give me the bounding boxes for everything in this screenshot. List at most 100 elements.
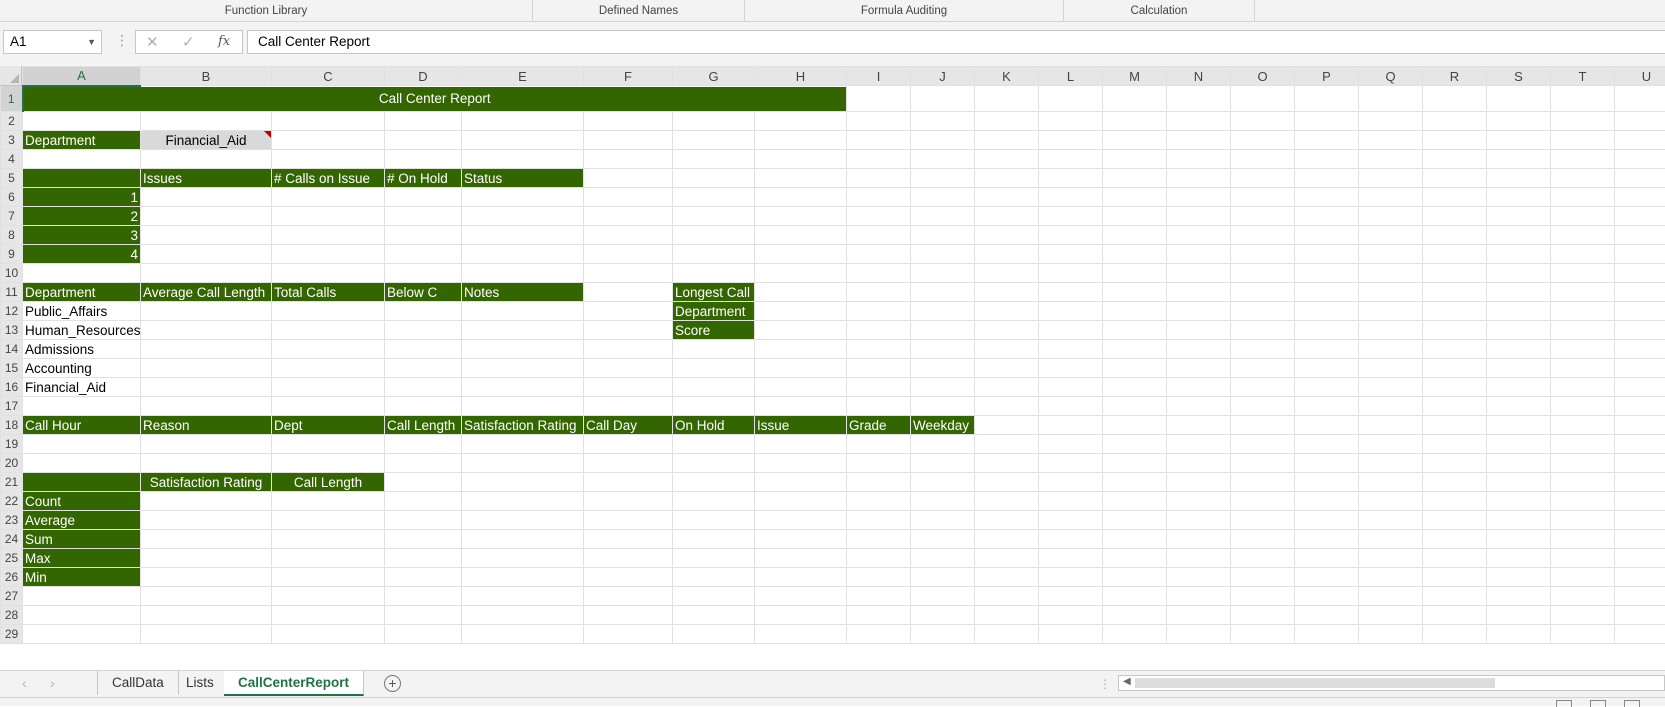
cell[interactable] <box>1551 549 1615 568</box>
cell[interactable] <box>1551 112 1615 131</box>
cell[interactable] <box>1487 568 1551 587</box>
column-header-f[interactable]: F <box>584 67 673 86</box>
stats-cell[interactable] <box>272 568 385 587</box>
cell[interactable] <box>584 245 673 264</box>
issue-cell[interactable] <box>141 207 272 226</box>
cell[interactable] <box>1103 530 1167 549</box>
cell[interactable] <box>1231 131 1295 150</box>
cell[interactable] <box>975 207 1039 226</box>
cell[interactable] <box>272 150 385 169</box>
issues-header[interactable] <box>23 169 141 188</box>
cell[interactable] <box>755 625 847 644</box>
cell[interactable] <box>584 131 673 150</box>
cell[interactable] <box>1039 226 1103 245</box>
cell[interactable] <box>1231 530 1295 549</box>
cell[interactable] <box>1615 302 1665 321</box>
cell[interactable] <box>975 549 1039 568</box>
lookup-header[interactable]: Call Day <box>584 416 673 435</box>
column-header-l[interactable]: L <box>1039 67 1103 86</box>
cell[interactable] <box>1231 549 1295 568</box>
cell[interactable] <box>1295 568 1359 587</box>
cell[interactable] <box>584 207 673 226</box>
cell[interactable] <box>1039 606 1103 625</box>
dept-name[interactable]: Public_Affairs <box>23 302 141 321</box>
cell[interactable] <box>1615 454 1665 473</box>
sheet-tab-callcenterreport[interactable]: CallCenterReport <box>224 671 364 696</box>
cell[interactable] <box>847 568 911 587</box>
cell[interactable] <box>1487 321 1551 340</box>
cell[interactable] <box>1551 473 1615 492</box>
issue-cell[interactable] <box>385 245 462 264</box>
lookup-header[interactable]: Call Length <box>385 416 462 435</box>
cell[interactable] <box>584 397 673 416</box>
cell[interactable] <box>1551 587 1615 606</box>
issues-header[interactable]: # Calls on Issue <box>272 169 385 188</box>
cell[interactable] <box>1039 207 1103 226</box>
cell[interactable] <box>1231 473 1295 492</box>
cell[interactable] <box>1359 435 1423 454</box>
cell[interactable] <box>1423 397 1487 416</box>
issue-cell[interactable] <box>385 207 462 226</box>
scroll-tabs-left-icon[interactable]: ‹ <box>22 675 27 691</box>
row-header[interactable]: 9 <box>1 245 23 264</box>
cell[interactable] <box>1103 473 1167 492</box>
row-header[interactable]: 4 <box>1 150 23 169</box>
cell[interactable] <box>141 397 272 416</box>
stats-header[interactable]: Satisfaction Rating <box>141 473 272 492</box>
issue-cell[interactable] <box>385 188 462 207</box>
cell[interactable] <box>1551 207 1615 226</box>
row-header[interactable]: 19 <box>1 435 23 454</box>
issue-cell[interactable] <box>385 226 462 245</box>
cell[interactable] <box>584 340 673 359</box>
cell[interactable] <box>1423 378 1487 397</box>
cell[interactable] <box>755 568 847 587</box>
cell[interactable] <box>975 473 1039 492</box>
cell[interactable] <box>1487 150 1551 169</box>
cell[interactable] <box>1039 549 1103 568</box>
dept-table-cell[interactable] <box>385 378 462 397</box>
dept-table-header[interactable]: Average Call Length <box>141 283 272 302</box>
row-header[interactable]: 11 <box>1 283 23 302</box>
row-header[interactable]: 1 <box>1 86 23 112</box>
cell[interactable] <box>911 549 975 568</box>
stats-cell[interactable] <box>272 549 385 568</box>
cell[interactable] <box>1231 397 1295 416</box>
cell[interactable] <box>584 302 673 321</box>
cell[interactable] <box>462 492 584 511</box>
cell[interactable] <box>1359 568 1423 587</box>
cell[interactable] <box>1103 245 1167 264</box>
cell[interactable] <box>23 150 141 169</box>
dept-table-cell[interactable] <box>141 378 272 397</box>
column-header-j[interactable]: J <box>911 67 975 86</box>
cell[interactable] <box>462 264 584 283</box>
cell[interactable] <box>1167 511 1231 530</box>
dept-table-header[interactable]: Below C <box>385 283 462 302</box>
row-header[interactable]: 18 <box>1 416 23 435</box>
lookup-header[interactable]: Satisfaction Rating <box>462 416 584 435</box>
page-layout-view-icon[interactable] <box>1590 700 1606 707</box>
cell[interactable] <box>1103 264 1167 283</box>
cell[interactable] <box>272 112 385 131</box>
row-header[interactable]: 15 <box>1 359 23 378</box>
cell[interactable] <box>584 568 673 587</box>
cell[interactable] <box>975 283 1039 302</box>
cell[interactable] <box>23 397 141 416</box>
cell[interactable] <box>911 492 975 511</box>
row-header[interactable]: 22 <box>1 492 23 511</box>
cell[interactable] <box>755 207 847 226</box>
more-options-icon[interactable]: ⋮ <box>115 32 128 49</box>
longest-call-value[interactable] <box>755 302 847 321</box>
cell[interactable] <box>1295 207 1359 226</box>
stats-cell[interactable] <box>272 492 385 511</box>
cell[interactable] <box>1167 530 1231 549</box>
cell[interactable] <box>673 530 755 549</box>
cell[interactable] <box>1359 378 1423 397</box>
cell[interactable] <box>755 473 847 492</box>
cell[interactable] <box>1167 245 1231 264</box>
cell[interactable] <box>755 549 847 568</box>
cell[interactable] <box>1551 131 1615 150</box>
cell[interactable] <box>755 264 847 283</box>
cell[interactable] <box>1295 226 1359 245</box>
issue-number[interactable]: 3 <box>23 226 141 245</box>
cell[interactable] <box>1167 131 1231 150</box>
